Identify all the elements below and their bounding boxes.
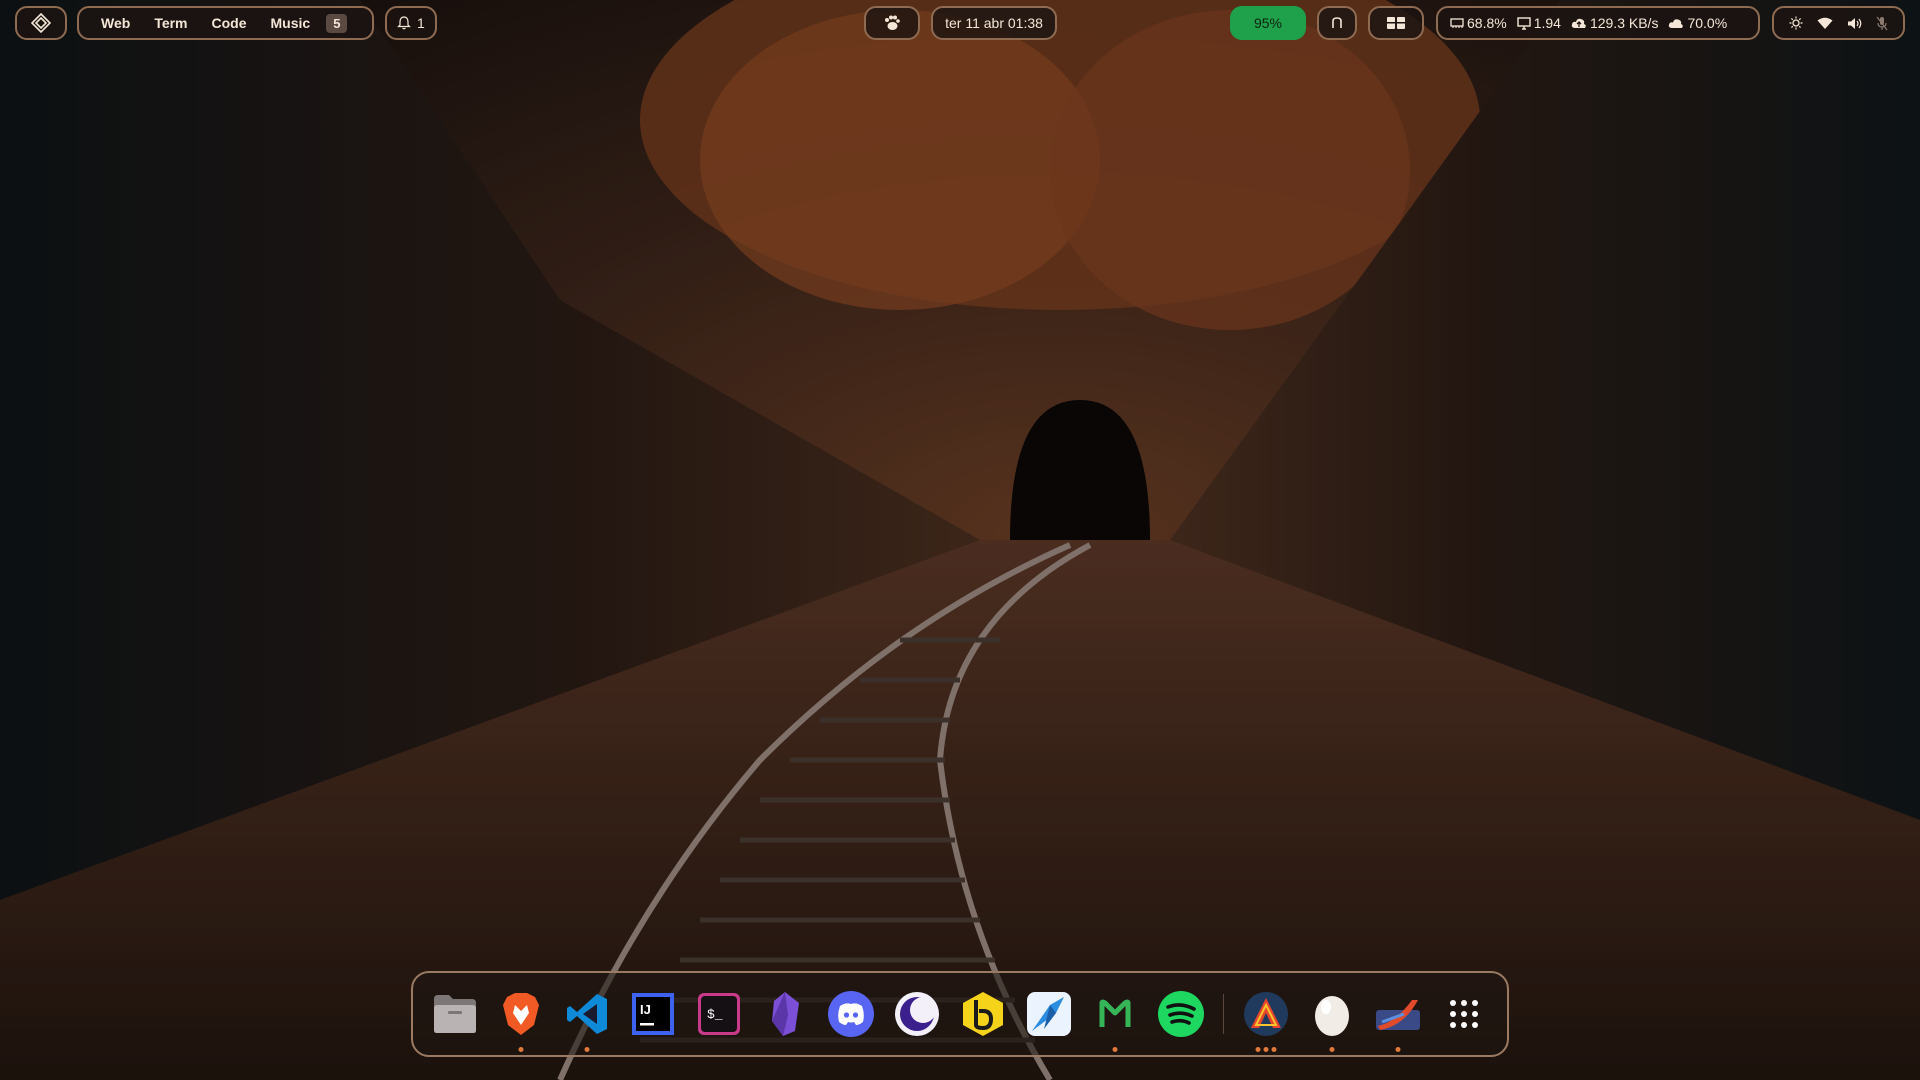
workspace-code[interactable]: Code [200, 8, 259, 38]
discord-icon [827, 990, 875, 1038]
monitor-icon [1517, 16, 1531, 30]
desktop-wallpaper [0, 0, 1920, 1080]
dock-app-brave[interactable] [497, 990, 545, 1052]
app-grid-icon [1448, 998, 1480, 1030]
system-stats[interactable]: 68.8% 1.94 129.3 KB/s 70.0% [1436, 6, 1760, 40]
terminal-icon: $_ [697, 992, 741, 1036]
battery-percentage: 95% [1253, 15, 1283, 31]
dock-app-discord[interactable] [827, 990, 875, 1038]
battery-indicator[interactable]: 95% [1230, 6, 1306, 40]
dock-app-shell[interactable] [1374, 990, 1422, 1052]
running-indicator [584, 1047, 590, 1052]
memory-stat: 68.8% [1450, 15, 1507, 31]
folder-icon [432, 993, 478, 1035]
intellij-icon: IJ [631, 992, 675, 1036]
spotify-icon [1157, 990, 1205, 1038]
cloud-icon [1668, 18, 1684, 29]
dock-app-spotify[interactable] [1157, 990, 1205, 1038]
running-indicator [518, 1047, 524, 1052]
workspace-web[interactable]: Web [89, 8, 142, 38]
memory-icon [1450, 17, 1464, 29]
running-indicator [1112, 1047, 1118, 1052]
swoosh-icon [1374, 992, 1422, 1036]
dock-app-mongo[interactable] [1091, 990, 1139, 1052]
workspace-count-badge[interactable]: 5 [326, 13, 348, 33]
dock-app-terminal[interactable]: $_ [695, 990, 743, 1038]
triangle-a-icon [1243, 991, 1289, 1037]
load-stat: 1.94 [1517, 15, 1561, 31]
dock-app-vscode[interactable] [563, 990, 611, 1052]
workspace-switcher: Web Term Code Music 5 [77, 6, 374, 40]
layout-icon [1387, 17, 1405, 29]
svg-text:$_: $_ [707, 1007, 723, 1022]
dock-app-obsidian[interactable] [761, 990, 809, 1038]
running-indicator [1255, 1047, 1277, 1052]
clock-text: ter 11 abr 01:38 [945, 15, 1043, 31]
system-tray [1772, 6, 1905, 40]
network-stat: 129.3 KB/s [1571, 15, 1658, 31]
notification-count: 1 [417, 15, 425, 31]
brave-lion-icon [501, 991, 541, 1037]
diamond-logo-icon [31, 13, 51, 33]
dock-app-grid[interactable] [1440, 990, 1488, 1038]
moon-icon [894, 991, 940, 1037]
layout-button[interactable] [1368, 6, 1424, 40]
vscode-icon [565, 992, 609, 1036]
running-indicator [1395, 1047, 1401, 1052]
beekeeper-icon [961, 991, 1005, 1037]
dock-app-beekeeper[interactable] [959, 990, 1007, 1038]
volume-icon[interactable] [1847, 17, 1862, 30]
brightness-icon[interactable] [1789, 16, 1803, 30]
studio-icon [1026, 991, 1072, 1037]
weather-stat: 70.0% [1668, 15, 1727, 31]
dock-app-files[interactable] [431, 990, 479, 1038]
notifications-button[interactable]: 1 [385, 6, 437, 40]
cloud-upload-icon [1571, 17, 1587, 29]
svg-text:IJ: IJ [640, 1002, 651, 1017]
dock: IJ $_ [411, 971, 1509, 1057]
wifi-icon[interactable] [1817, 17, 1833, 30]
running-indicator [1329, 1047, 1335, 1052]
workspace-term[interactable]: Term [142, 8, 199, 38]
dock-app-intellij[interactable]: IJ [629, 990, 677, 1038]
distro-button[interactable] [1317, 6, 1357, 40]
workspace-music[interactable]: Music [259, 8, 323, 38]
dock-app-egg[interactable] [1308, 990, 1356, 1052]
dock-app-studio[interactable] [1025, 990, 1073, 1038]
clock[interactable]: ter 11 abr 01:38 [931, 6, 1057, 40]
mongo-m-icon [1098, 997, 1132, 1031]
paw-icon [883, 14, 901, 32]
center-menu-button[interactable] [864, 6, 920, 40]
egg-icon [1313, 991, 1351, 1037]
launcher-button[interactable] [15, 6, 67, 40]
bell-icon [397, 16, 411, 30]
dock-separator [1223, 994, 1224, 1034]
dock-app-aggregator[interactable] [1242, 990, 1290, 1052]
arch-hat-icon [1331, 17, 1343, 29]
obsidian-icon [768, 991, 802, 1037]
microphone-off-icon[interactable] [1876, 16, 1888, 31]
dock-app-moon[interactable] [893, 990, 941, 1038]
